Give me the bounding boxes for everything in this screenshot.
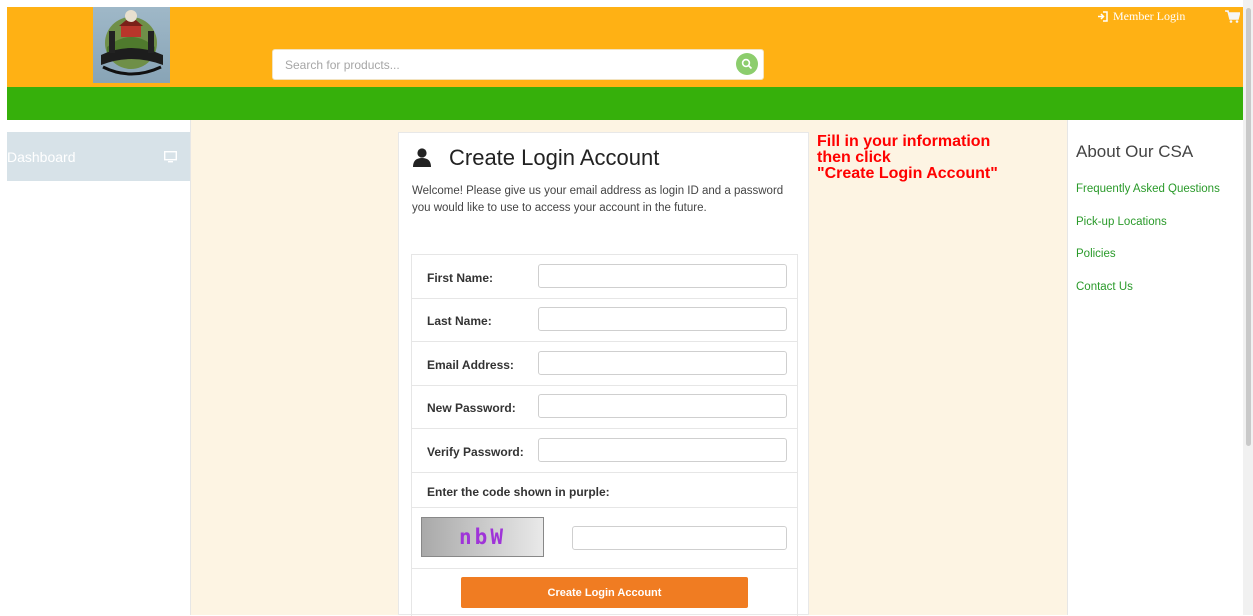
form-row-first-name: First Name:	[412, 255, 797, 299]
about-heading: About Our CSA	[1076, 142, 1194, 161]
email-label: Email Address:	[427, 358, 514, 372]
form-row-new-password: New Password:	[412, 385, 797, 429]
form-row-last-name: Last Name:	[412, 298, 797, 342]
captcha-prompt: Enter the code shown in purple:	[427, 485, 610, 499]
verify-password-field[interactable]	[538, 438, 787, 462]
account-form: First Name: Last Name: Email Address: Ne…	[411, 254, 798, 616]
form-row-captcha-prompt: Enter the code shown in purple:	[412, 472, 797, 508]
annotation-line: Fill in your information	[817, 133, 991, 150]
first-name-label: First Name:	[427, 271, 494, 285]
last-name-field[interactable]	[538, 307, 787, 331]
create-login-account-button[interactable]: Create Login Account	[461, 577, 748, 608]
search-bar	[272, 49, 764, 80]
annotation-text: Fill in your information then click "Cre…	[817, 134, 1057, 182]
form-row-email: Email Address:	[412, 341, 797, 386]
create-account-card: Create Login Account Welcome! Please giv…	[398, 132, 809, 616]
sidebar-item-dashboard[interactable]: Dashboard	[7, 132, 190, 181]
member-login-label: Member Login	[1113, 9, 1186, 23]
sidebar-item-label: Dashboard	[7, 148, 76, 165]
new-password-field[interactable]	[538, 394, 787, 418]
title-text: Create Login Account	[449, 145, 660, 170]
first-name-field[interactable]	[538, 264, 787, 288]
sign-in-icon	[1098, 11, 1108, 22]
sidebar-divider	[190, 120, 191, 615]
search-input[interactable]	[273, 50, 725, 79]
link-policies[interactable]: Policies	[1076, 248, 1116, 260]
member-login-link[interactable]: Member Login	[1097, 9, 1185, 24]
user-icon	[413, 148, 431, 167]
last-name-label: Last Name:	[427, 314, 492, 328]
scrollbar-thumb[interactable]	[1246, 8, 1251, 446]
captcha-field[interactable]	[572, 526, 787, 550]
tantre-farm-logo[interactable]	[93, 7, 170, 83]
link-contact-us[interactable]: Contact Us	[1076, 281, 1133, 293]
cart-icon	[1225, 10, 1241, 23]
welcome-text: Welcome! Please give us your email addre…	[412, 185, 784, 214]
form-row-verify-password: Verify Password:	[412, 428, 797, 473]
link-faq[interactable]: Frequently Asked Questions	[1076, 183, 1220, 195]
annotation-line: "Create Login Account"	[817, 165, 998, 182]
email-field[interactable]	[538, 351, 787, 375]
link-pickup-locations[interactable]: Pick-up Locations	[1076, 216, 1167, 228]
page-title: Create Login Account	[413, 145, 659, 171]
cart-button[interactable]	[1225, 10, 1241, 28]
captcha-image: nbW	[421, 517, 544, 557]
annotation-line: then click	[817, 149, 891, 166]
nav-bar	[7, 87, 1243, 120]
verify-password-label: Verify Password:	[427, 445, 524, 459]
search-icon	[741, 58, 753, 70]
search-button[interactable]	[736, 53, 758, 75]
monitor-icon	[164, 150, 177, 162]
right-sidebar-divider	[1067, 120, 1068, 615]
new-password-label: New Password:	[427, 401, 516, 415]
